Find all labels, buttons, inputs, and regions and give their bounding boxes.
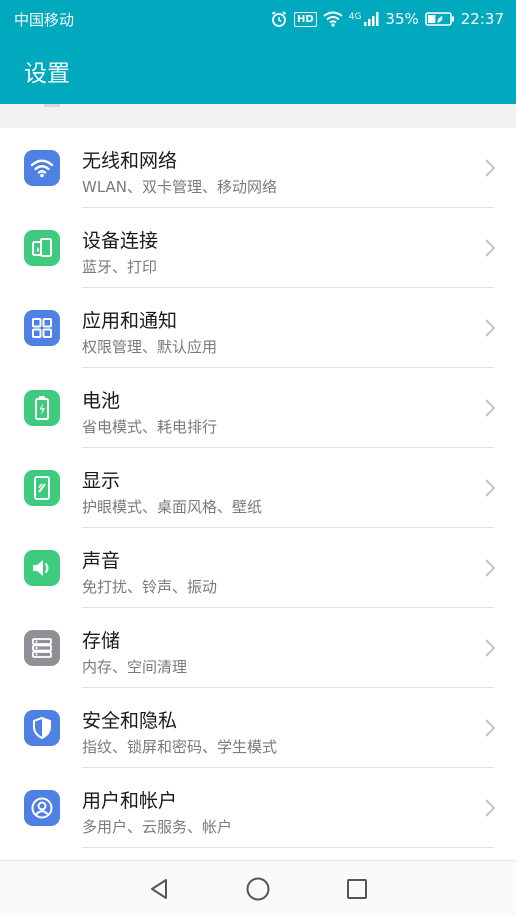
settings-content[interactable]: 无线和网络 WLAN、双卡管理、移动网络 设备连接 蓝牙、打印 应用和通知 权限… xyxy=(0,104,516,860)
settings-item-subtitle: WLAN、双卡管理、移动网络 xyxy=(82,178,278,196)
device-connection-icon xyxy=(24,230,60,266)
wifi-icon xyxy=(24,150,60,186)
settings-item-subtitle: 权限管理、默认应用 xyxy=(82,338,218,356)
settings-item-subtitle: 护眼模式、桌面风格、壁纸 xyxy=(82,498,263,516)
recents-button[interactable] xyxy=(337,869,377,909)
chevron-right-icon xyxy=(485,319,496,337)
settings-item-subtitle: 指纹、锁屏和密码、学生模式 xyxy=(82,738,278,756)
apps-grid-icon xyxy=(24,310,60,346)
shield-icon xyxy=(24,710,60,746)
page-title: 设置 xyxy=(24,61,70,87)
recents-icon xyxy=(346,878,367,899)
chevron-right-icon xyxy=(485,719,496,737)
scrolled-item-edge xyxy=(44,104,60,107)
settings-item-apps-notifications[interactable]: 应用和通知 权限管理、默认应用 xyxy=(0,288,516,368)
settings-item-title: 存储 xyxy=(82,630,121,652)
settings-item-users-accounts[interactable]: 用户和帐户 多用户、云服务、帐户 xyxy=(0,768,516,848)
settings-item-title: 用户和帐户 xyxy=(82,790,178,812)
settings-list: 无线和网络 WLAN、双卡管理、移动网络 设备连接 蓝牙、打印 应用和通知 权限… xyxy=(0,128,516,848)
settings-item-title: 电池 xyxy=(82,390,121,412)
settings-item-device-connection[interactable]: 设备连接 蓝牙、打印 xyxy=(0,208,516,288)
settings-item-subtitle: 内存、空间清理 xyxy=(82,658,188,676)
chevron-right-icon xyxy=(485,559,496,577)
alarm-icon xyxy=(271,11,287,27)
battery-percent: 35% xyxy=(385,10,419,28)
settings-item-title: 设备连接 xyxy=(82,230,159,252)
clock: 22:37 xyxy=(460,10,504,28)
battery-icon xyxy=(24,390,60,426)
chevron-right-icon xyxy=(485,239,496,257)
home-button[interactable] xyxy=(238,869,278,909)
settings-item-subtitle: 省电模式、耗电排行 xyxy=(82,418,218,436)
chevron-right-icon xyxy=(485,399,496,417)
status-icons: HD 4G 35% 22:37 xyxy=(270,10,504,28)
chevron-right-icon xyxy=(485,159,496,177)
back-icon xyxy=(151,878,168,899)
app-bar: 设置 xyxy=(0,38,516,104)
status-bar: 中国移动 HD 4G 35% 22:37 xyxy=(0,0,516,38)
battery-status-icon xyxy=(424,12,454,26)
navigation-bar xyxy=(0,860,516,916)
settings-item-display[interactable]: 显示 护眼模式、桌面风格、壁纸 xyxy=(0,448,516,528)
settings-item-title: 安全和隐私 xyxy=(82,710,178,732)
settings-item-title: 无线和网络 xyxy=(82,150,178,172)
user-account-icon xyxy=(24,790,60,826)
back-button[interactable] xyxy=(139,869,179,909)
settings-item-storage[interactable]: 存储 内存、空间清理 xyxy=(0,608,516,688)
signal-icon xyxy=(364,12,379,26)
settings-item-title: 声音 xyxy=(82,550,121,572)
chevron-right-icon xyxy=(485,479,496,497)
network-type: 4G xyxy=(348,12,362,22)
settings-item-subtitle: 免打扰、铃声、振动 xyxy=(82,578,218,596)
settings-item-subtitle: 多用户、云服务、帐户 xyxy=(82,818,233,836)
item-divider xyxy=(82,847,494,848)
settings-item-wireless-network[interactable]: 无线和网络 WLAN、双卡管理、移动网络 xyxy=(0,128,516,208)
settings-item-title: 应用和通知 xyxy=(82,310,178,332)
chevron-right-icon xyxy=(485,639,496,657)
section-divider xyxy=(0,104,516,128)
carrier-label: 中国移动 xyxy=(14,10,75,29)
wifi-status-icon xyxy=(323,11,343,27)
settings-item-sound[interactable]: 声音 免打扰、铃声、振动 xyxy=(0,528,516,608)
settings-item-security-privacy[interactable]: 安全和隐私 指纹、锁屏和密码、学生模式 xyxy=(0,688,516,768)
settings-item-subtitle: 蓝牙、打印 xyxy=(82,258,158,276)
settings-item-title: 显示 xyxy=(82,470,121,492)
storage-icon xyxy=(24,630,60,666)
settings-item-battery[interactable]: 电池 省电模式、耗电排行 xyxy=(0,368,516,448)
chevron-right-icon xyxy=(485,799,496,817)
display-icon xyxy=(24,470,60,506)
hd-badge: HD xyxy=(294,11,317,27)
home-icon xyxy=(246,877,270,900)
sound-icon xyxy=(24,550,60,586)
